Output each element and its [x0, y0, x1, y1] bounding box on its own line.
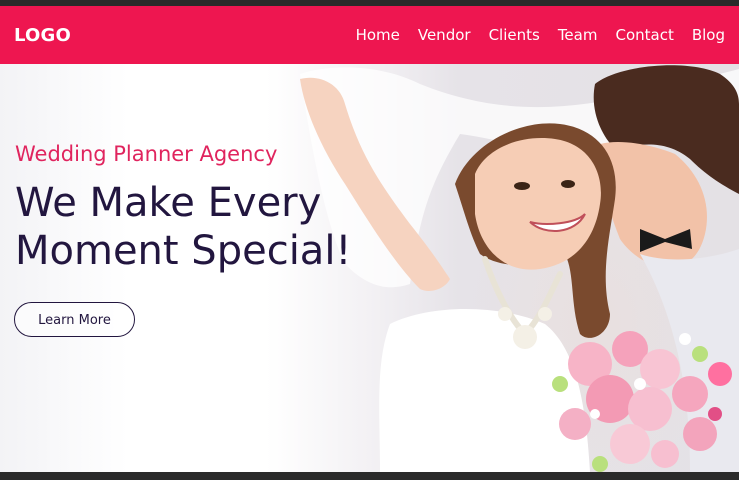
main-nav: Home Vendor Clients Team Contact Blog: [356, 26, 725, 44]
hero-title: We Make Every Moment Special!: [15, 179, 435, 275]
nav-link-home[interactable]: Home: [356, 26, 400, 44]
nav-link-clients[interactable]: Clients: [489, 26, 540, 44]
nav-link-vendor[interactable]: Vendor: [418, 26, 471, 44]
browser-viewport: LOGO Home Vendor Clients Team Contact Bl…: [0, 0, 739, 480]
site-navbar: LOGO Home Vendor Clients Team Contact Bl…: [0, 6, 739, 64]
learn-more-button[interactable]: Learn More: [14, 302, 135, 337]
site-logo[interactable]: LOGO: [14, 25, 71, 46]
hero-section: Wedding Planner Agency We Make Every Mom…: [0, 64, 739, 472]
hero-title-line-2: Moment Special!: [15, 228, 352, 275]
bride-left-eye: [514, 182, 530, 190]
nav-link-contact[interactable]: Contact: [615, 26, 673, 44]
hero-text-block: Wedding Planner Agency We Make Every Mom…: [15, 142, 435, 275]
groom-face: [600, 142, 707, 269]
hero-title-line-1: We Make Every: [15, 180, 322, 227]
nav-link-team[interactable]: Team: [558, 26, 598, 44]
hero-subtitle: Wedding Planner Agency: [15, 142, 278, 166]
bride-right-eye: [561, 180, 575, 188]
window-bottom-edge: [0, 472, 739, 480]
nav-link-blog[interactable]: Blog: [692, 26, 725, 44]
